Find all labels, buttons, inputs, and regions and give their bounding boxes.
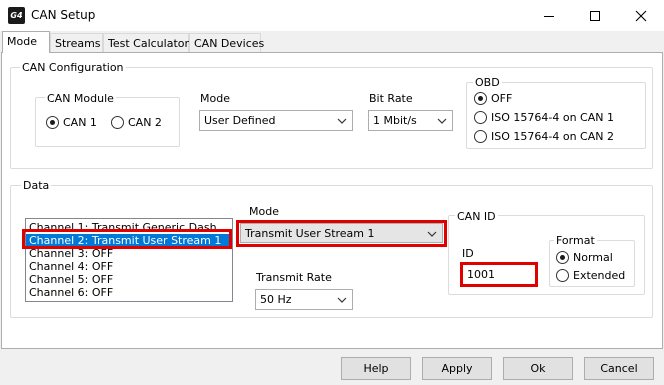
can1-label: CAN 1 [63,116,97,129]
bit-rate-value: 1 Mbit/s [373,114,417,127]
app-icon: G4 [8,7,25,24]
obd-can1-radio[interactable]: ISO 15764-4 on CAN 1 [474,111,614,124]
transmit-rate-label: Transmit Rate [256,271,332,284]
tab-can-devices[interactable]: CAN Devices [189,33,264,52]
radio-selected-icon [474,92,487,105]
mode-highlight-box [236,220,447,247]
format-extended-label: Extended [573,269,626,282]
id-label: ID [462,247,474,260]
can-configuration-legend: CAN Configuration [20,61,126,74]
can-id-legend: CAN ID [455,210,498,223]
bit-rate-select[interactable]: 1 Mbit/s [368,110,453,131]
window-title: CAN Setup [31,8,96,22]
list-item[interactable]: Channel 4: OFF [26,260,232,273]
ok-button[interactable]: Ok [503,357,573,380]
transmit-rate-select[interactable]: 50 Hz [255,289,353,310]
chevron-down-icon [337,297,347,303]
can-module-legend: CAN Module [45,92,116,105]
obd-legend: OBD [473,76,502,89]
obd-off-radio[interactable]: OFF [474,92,512,105]
format-normal-label: Normal [573,251,613,264]
tab-streams[interactable]: Streams [50,33,103,52]
radio-selected-icon [46,116,59,129]
can2-radio[interactable]: CAN 2 [111,116,162,129]
radio-unselected-icon [474,111,487,124]
config-mode-select[interactable]: User Defined [199,110,353,131]
format-legend: Format [554,234,597,247]
id-highlight-box [460,262,538,287]
chevron-down-icon [437,118,447,124]
transmit-rate-value: 50 Hz [260,293,292,306]
maximize-icon [590,10,600,21]
apply-button[interactable]: Apply [422,357,492,380]
obd-can2-radio[interactable]: ISO 15764-4 on CAN 2 [474,130,614,143]
obd-off-label: OFF [491,92,513,105]
config-mode-label: Mode [200,92,230,105]
maximize-button[interactable] [572,0,618,31]
bit-rate-label: Bit Rate [369,92,413,105]
radio-selected-icon [556,251,569,264]
help-button[interactable]: Help [341,357,411,380]
close-button[interactable] [618,0,664,31]
data-legend: Data [21,179,52,192]
list-item[interactable]: Channel 5: OFF [26,273,232,286]
list-item[interactable]: Channel 6: OFF [26,286,232,299]
obd-can1-label: ISO 15764-4 on CAN 1 [491,111,614,124]
config-mode-value: User Defined [204,114,276,127]
radio-unselected-icon [474,130,487,143]
radio-unselected-icon [111,116,124,129]
minimize-icon [544,15,554,17]
format-extended-radio[interactable]: Extended [556,269,625,282]
close-icon [635,10,647,21]
tab-mode[interactable]: Mode [2,31,50,53]
can1-radio[interactable]: CAN 1 [46,116,97,129]
can2-label: CAN 2 [128,116,162,129]
radio-unselected-icon [556,269,569,282]
minimize-button[interactable] [526,0,572,31]
cancel-button[interactable]: Cancel [584,357,654,380]
format-normal-radio[interactable]: Normal [556,251,613,264]
data-mode-label: Mode [249,205,279,218]
obd-can2-label: ISO 15764-4 on CAN 2 [491,130,614,143]
tab-test-calculator[interactable]: Test Calculator [103,33,189,52]
channel-highlight-box [22,229,232,249]
chevron-down-icon [337,118,347,124]
